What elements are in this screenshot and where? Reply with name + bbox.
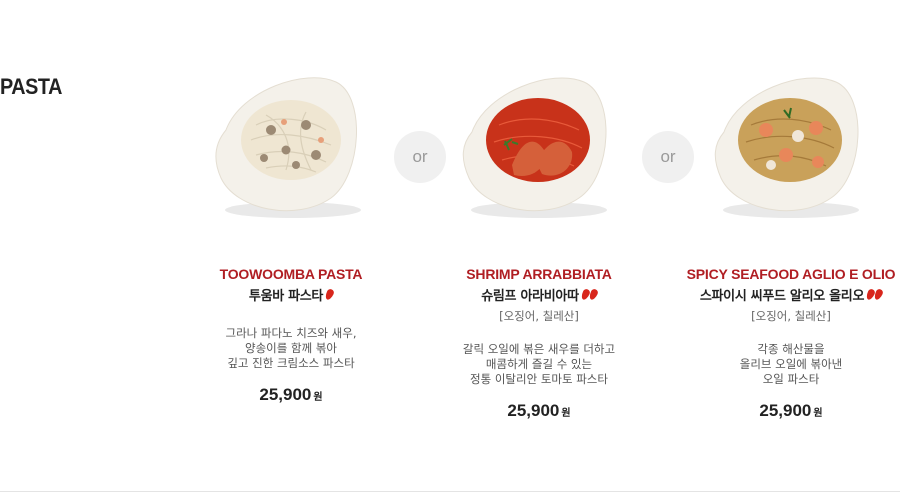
- menu-origin: [오징어, 칠레산]: [499, 309, 579, 323]
- dish-image: [666, 70, 900, 230]
- desc-line: 매콤하게 즐길 수 있는: [485, 357, 593, 371]
- menu-name-kr: 슈림프 아라비아따: [481, 289, 579, 304]
- menu-description: 각종 해산물을 올리브 오일에 볶아낸 오일 파스타: [666, 342, 900, 387]
- menu-name-kr: 스파이시 씨푸드 알리오 올리오: [699, 289, 865, 304]
- menu-name-en: SHRIMP ARRABBIATA: [466, 266, 612, 282]
- pepper-icon: [324, 288, 336, 301]
- desc-line: 깊고 진한 크림소스 파스타: [227, 356, 355, 370]
- pasta-sauce: [241, 100, 341, 180]
- desc-line: 각종 해산물을: [757, 342, 825, 356]
- menu-price: 25,900 원: [166, 385, 416, 405]
- bottom-divider: [0, 491, 900, 492]
- menu-description: 그라나 파다노 치즈와 새우, 양송이를 함께 볶아 깊고 진한 크림소스 파스…: [166, 326, 416, 371]
- price-value: 25,900: [507, 401, 560, 420]
- spicy-icon: [579, 288, 599, 301]
- menu-price: 25,900 원: [414, 401, 664, 421]
- price-unit: 원: [813, 408, 823, 419]
- menu-name-en: TOOWOOMBA PASTA: [219, 266, 363, 282]
- menu-name-en: SPICY SEAFOOD AGLIO E OLIO: [686, 266, 896, 282]
- menu-card-arrabbiata[interactable]: SHRIMP ARRABBIATA 슈림프 아라비아따 [오징어, 칠레산] 갈…: [414, 70, 664, 421]
- spicy-icon: [324, 288, 336, 301]
- price-value: 25,900: [759, 401, 812, 420]
- dish-image: [166, 70, 416, 230]
- spicy-icon: [865, 288, 885, 301]
- menu-price: 25,900 원: [666, 401, 900, 421]
- price-unit: 원: [313, 392, 323, 403]
- desc-line: 그라나 파다노 치즈와 새우,: [225, 326, 357, 340]
- menu-description: 갈릭 오일에 볶은 새우를 더하고 매콤하게 즐길 수 있는 정통 이탈리안 토…: [414, 342, 664, 387]
- desc-line: 양송이를 함께 볶아: [245, 341, 337, 355]
- dish-image: [414, 70, 664, 230]
- section-title: PASTA: [0, 74, 62, 99]
- desc-line: 정통 이탈리안 토마토 파스타: [470, 372, 608, 386]
- price-value: 25,900: [259, 385, 312, 404]
- menu-origin: [오징어, 칠레산]: [751, 309, 831, 323]
- pepper-icon: [873, 288, 885, 301]
- price-unit: 원: [561, 408, 571, 419]
- menu-card-aglio-olio[interactable]: SPICY SEAFOOD AGLIO E OLIO 스파이시 씨푸드 알리오 …: [666, 70, 900, 421]
- desc-line: 올리브 오일에 볶아낸: [739, 357, 843, 371]
- menu-name-kr: 투움바 파스타: [248, 289, 324, 304]
- menu-card-toowoomba[interactable]: TOOWOOMBA PASTA 투움바 파스타 그라나 파다노 치즈와 새우, …: [166, 70, 416, 405]
- desc-line: 오일 파스타: [762, 372, 820, 386]
- desc-line: 갈릭 오일에 볶은 새우를 더하고: [462, 342, 616, 356]
